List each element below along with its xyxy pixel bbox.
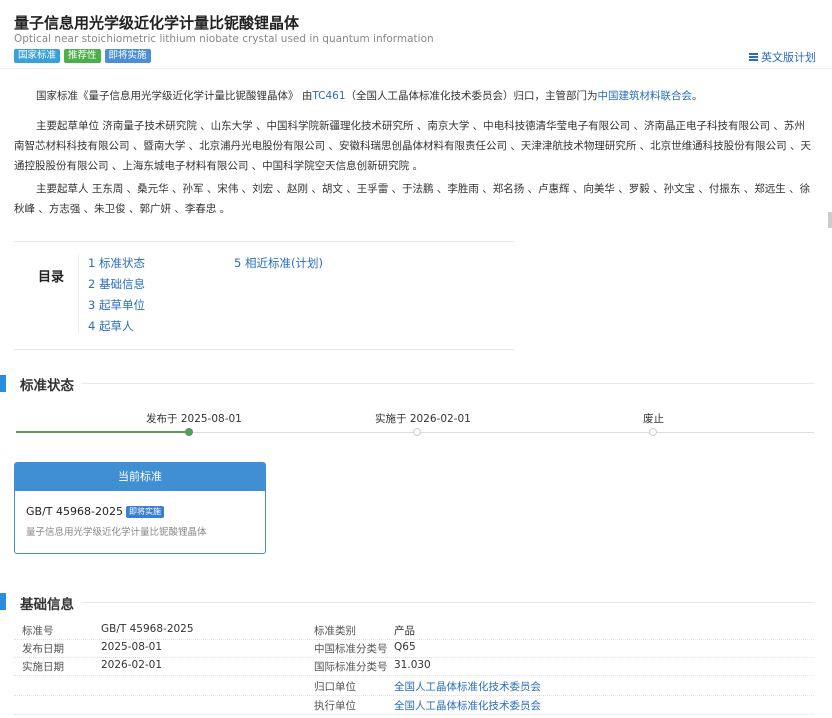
toc-item-similar-standards[interactable]: 5 相近标准(计划) <box>234 255 323 271</box>
tc-link[interactable]: TC461 <box>312 90 345 102</box>
responsible-unit-link[interactable]: 全国人工晶体标准化技术委员会 <box>394 679 541 694</box>
info-label: 执行单位 <box>314 700 356 712</box>
info-value: 2026-02-01 <box>101 659 163 671</box>
info-value: GB/T 45968-2025 <box>101 623 194 635</box>
toc-item-drafters[interactable]: 4 起草人 <box>88 318 133 334</box>
table-of-contents: 目录 1 标准状态 2 基础信息 3 起草单位 4 起草人 5 相近标准(计划) <box>14 241 514 350</box>
stage-implemented-dot <box>413 428 421 436</box>
info-label: 标准类别 <box>314 625 356 637</box>
toc-label: 目录 <box>38 270 65 285</box>
card-standard-code: GB/T 45968-2025 <box>26 505 123 518</box>
card-code-row: GB/T 45968-2025 即将实施 <box>26 505 164 518</box>
info-value: 31.030 <box>394 659 431 671</box>
tag-group: 国家标准 推荐性 即将实施 <box>14 49 151 63</box>
section-divider <box>82 383 814 384</box>
info-label: 实施日期 <box>22 661 64 673</box>
toc-item-basic-info[interactable]: 2 基础信息 <box>88 276 145 292</box>
status-timeline-progress <box>16 431 189 433</box>
info-label: 归口单位 <box>314 681 356 693</box>
intro-text: 。 <box>692 90 703 102</box>
info-row: 归口单位 全国人工晶体标准化技术委员会 <box>14 677 814 696</box>
drafters-paragraph: 主要起草人 王东周 、桑元华 、孙军 、宋伟 、刘宏 、赵刚 、胡文 、王孚雷 … <box>14 183 811 215</box>
executing-unit-link[interactable]: 全国人工晶体标准化技术委员会 <box>394 698 541 713</box>
scrollbar-thumb[interactable] <box>828 212 832 228</box>
intro-text: 国家标准《量子信息用光学级近化学计量比铌酸锂晶体》 由 <box>36 90 313 102</box>
toc-separator <box>78 254 79 334</box>
info-label: 标准号 <box>22 625 54 637</box>
list-icon <box>749 53 758 61</box>
status-section-title: 标准状态 <box>20 378 74 394</box>
drafting-units-paragraph: 主要起草单位 济南量子技术研究院 、山东大学 、中国科学院新疆理化技术研究所 、… <box>14 120 812 172</box>
stage-published-label: 发布于 2025-08-01 <box>146 413 242 425</box>
info-label: 发布日期 <box>22 643 64 655</box>
page-title: 量子信息用光学级近化学计量比铌酸锂晶体 <box>14 14 300 32</box>
intro-paragraph-1: 国家标准《量子信息用光学级近化学计量比铌酸锂晶体》 由TC461（全国人工晶体标… <box>14 86 814 106</box>
page-subtitle-en: Optical near stoichiometric lithium niob… <box>14 33 434 45</box>
info-row: 实施日期 2026-02-01 国际标准分类号 31.030 <box>14 657 814 676</box>
department-link[interactable]: 中国建筑材料联合会 <box>598 90 693 102</box>
info-label: 中国标准分类号 <box>314 643 388 655</box>
stage-published-dot <box>185 428 193 436</box>
tag-recommended: 推荐性 <box>64 49 101 63</box>
stage-abolished-dot <box>649 428 657 436</box>
info-value: 产品 <box>394 625 415 637</box>
stage-implemented-label: 实施于 2026-02-01 <box>375 413 471 425</box>
toc-item-status[interactable]: 1 标准状态 <box>88 255 145 271</box>
intro-text: （全国人工晶体标准化技术委员会）归口，主管部门为 <box>345 90 598 102</box>
section-divider <box>82 602 814 603</box>
english-plan-label: 英文版计划 <box>761 51 816 64</box>
basic-info-section-title: 基础信息 <box>20 597 74 613</box>
toc-item-drafting-units[interactable]: 3 起草单位 <box>88 297 145 313</box>
info-label: 国际标准分类号 <box>314 661 388 673</box>
tag-upcoming: 即将实施 <box>104 49 151 63</box>
header-divider <box>0 68 832 69</box>
current-standard-card[interactable]: 当前标准 GB/T 45968-2025 即将实施 量子信息用光学级近化学计量比… <box>14 462 266 554</box>
stage-abolished-label: 废止 <box>643 413 664 425</box>
info-value: 2025-08-01 <box>101 641 163 653</box>
info-value: Q65 <box>394 641 416 653</box>
info-row: 执行单位 全国人工晶体标准化技术委员会 <box>14 696 814 715</box>
section-marker <box>0 593 6 610</box>
card-header: 当前标准 <box>15 463 265 491</box>
card-standard-name: 量子信息用光学级近化学计量比铌酸锂晶体 <box>26 527 207 538</box>
section-marker <box>0 375 6 392</box>
card-status-badge: 即将实施 <box>125 505 164 518</box>
info-row: 标准号 GB/T 45968-2025 标准类别 产品 <box>14 621 814 640</box>
english-plan-link[interactable]: 英文版计划 <box>749 49 816 65</box>
info-row: 发布日期 2025-08-01 中国标准分类号 Q65 <box>14 639 814 658</box>
tag-national-standard: 国家标准 <box>14 49 61 63</box>
